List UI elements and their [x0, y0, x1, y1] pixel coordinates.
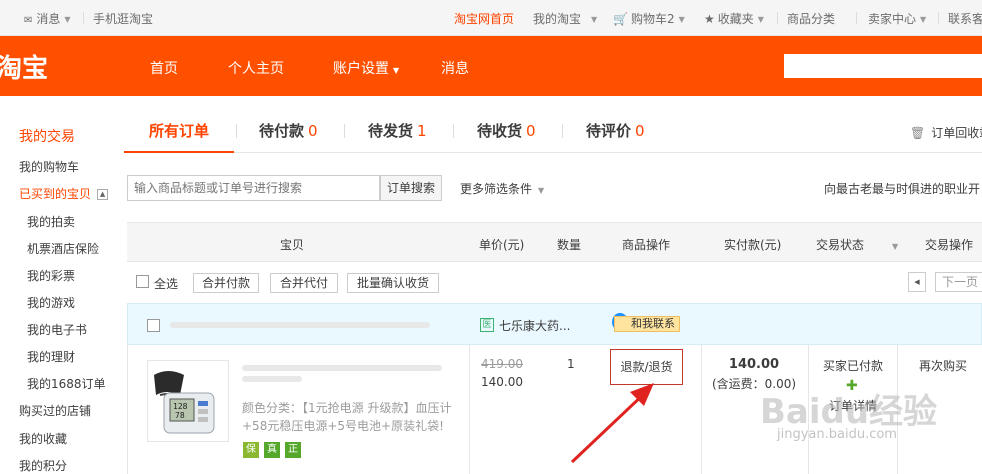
baidu-watermark-url: jingyan.baidu.com — [777, 427, 897, 442]
baidu-watermark: Baidu经验 — [760, 392, 938, 432]
